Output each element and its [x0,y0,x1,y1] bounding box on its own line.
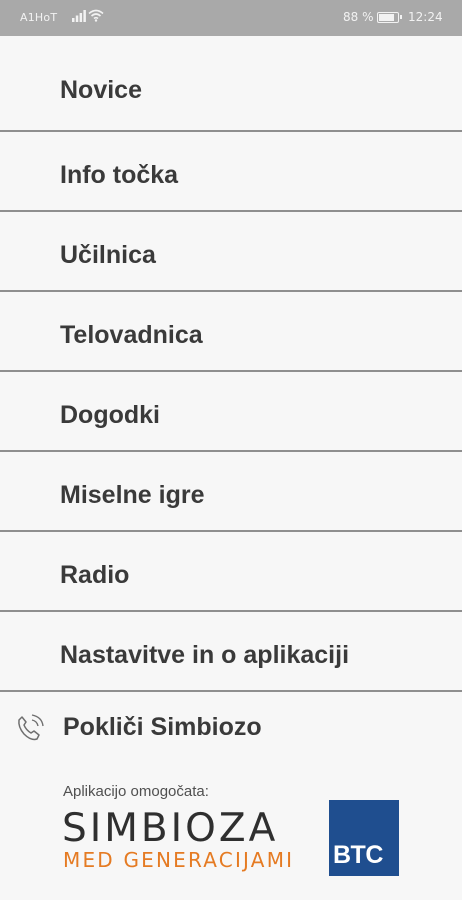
wifi-icon [88,9,104,22]
menu-item-miselne-igre[interactable]: Miselne igre [0,452,462,532]
menu-item-label: Miselne igre [60,481,205,509]
signal-icon [72,10,86,22]
menu-item-dogodki[interactable]: Dogodki [0,372,462,452]
btc-logo: BTC [329,800,399,876]
menu-item-telovadnica[interactable]: Telovadnica [0,292,462,372]
menu-item-label: Radio [60,561,130,589]
battery-percent: 88 % [343,10,374,24]
battery-icon [377,12,402,23]
menu-item-label: Telovadnica [60,321,203,349]
simbioza-logo: SIMBIOZA [62,806,279,851]
menu-item-label: Nastavitve in o aplikaciji [60,641,350,669]
main-menu: Novice Info točka Učilnica Telovadnica D… [0,36,462,692]
menu-item-ucilnica[interactable]: Učilnica [0,212,462,292]
menu-item-label: Dogodki [60,401,160,429]
enabled-by-caption: Aplikacijo omogočata: [63,783,209,800]
menu-item-nastavitve[interactable]: Nastavitve in o aplikaciji [0,612,462,692]
btc-logo-text: BTC [333,841,383,869]
menu-item-radio[interactable]: Radio [0,532,462,612]
menu-item-label: Učilnica [60,241,156,269]
menu-item-label: Novice [60,76,142,104]
status-clock: 12:24 [408,10,443,24]
call-simbioza-button[interactable]: Pokliči Simbiozo [0,688,462,768]
menu-item-novice[interactable]: Novice [0,36,462,132]
status-bar: A1HoT 88 % 12:24 [0,0,462,36]
menu-item-info-tocka[interactable]: Info točka [0,132,462,212]
call-label: Pokliči Simbiozo [63,713,262,741]
simbioza-logo-subtitle: MED GENERACIJAMI [63,848,295,872]
carrier-name: A1HoT [20,11,58,24]
phone-icon [18,714,44,741]
sponsor-footer: Aplikacijo omogočata: SIMBIOZA MED GENER… [0,770,462,900]
menu-item-label: Info točka [60,161,179,189]
